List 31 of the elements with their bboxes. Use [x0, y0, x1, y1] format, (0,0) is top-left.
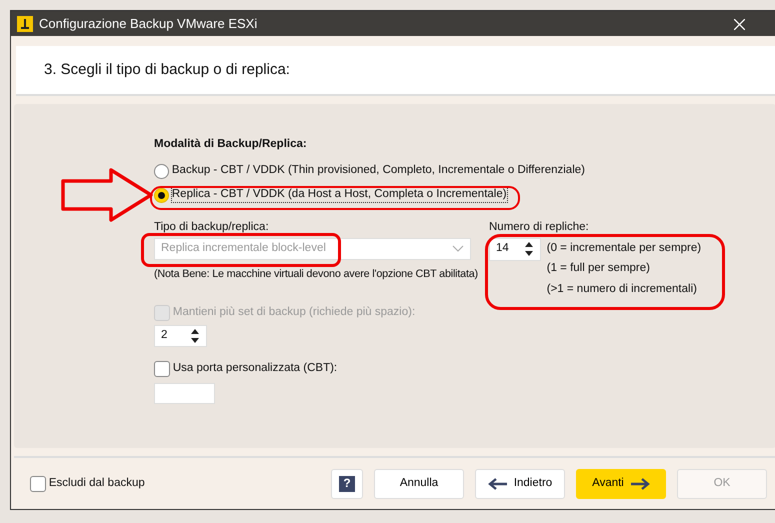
section-heading: Modalità di Backup/Replica: [154, 138, 308, 152]
note-text: (Nota Bene: Le macchine virtuali devono avere l'opzione CBT abilitata) [154, 268, 478, 281]
help-button[interactable]: ? [331, 468, 363, 498]
field-label: Numero di repliche: [489, 220, 590, 235]
app-logo-icon [17, 16, 33, 32]
hint-text: (0 = incrementale per sempre) [546, 242, 702, 256]
radio-label: Replica - CBT / VDDK (da Host a Host, Completa o Incrementale) [172, 188, 507, 202]
hint-text: (>1 = numero di incrementali) [546, 283, 698, 297]
spin-arrows-icon [524, 241, 534, 258]
port-field[interactable] [154, 382, 215, 404]
dialog-button[interactable]: Annulla [374, 468, 464, 498]
close-icon[interactable] [734, 18, 745, 30]
right-arrow-icon [630, 476, 650, 490]
replica-count-spinner[interactable]: 14 [489, 238, 541, 261]
back-button[interactable]: Indietro [475, 468, 565, 498]
checkbox-label: Mantieni più set di backup (richiede più spazio): [172, 306, 416, 320]
radio-button[interactable] [154, 188, 169, 203]
checkbox-label: Escludi dal backup [48, 476, 145, 490]
chevron-down-icon [452, 245, 464, 252]
field-label: Tipo di backup/replica: [154, 220, 270, 235]
step-heading: 3. Scegli il tipo di backup o di replica: [44, 61, 290, 79]
left-arrow-icon [488, 476, 508, 490]
checkbox[interactable] [154, 360, 170, 377]
hint-text: (1 = full per sempre) [546, 262, 651, 276]
next-button[interactable]: Avanti [576, 468, 666, 498]
checkbox-label: Usa porta personalizzata (CBT): [172, 362, 338, 376]
radio-label: Backup - CBT / VDDK (Thin provisioned, Completo, Incrementale o Differenziale) [172, 164, 585, 178]
window-title: Configurazione Backup VMware ESXi [39, 16, 258, 32]
radio-button[interactable] [154, 164, 169, 179]
checkbox[interactable] [30, 476, 46, 492]
spin-arrows-icon [190, 328, 200, 344]
